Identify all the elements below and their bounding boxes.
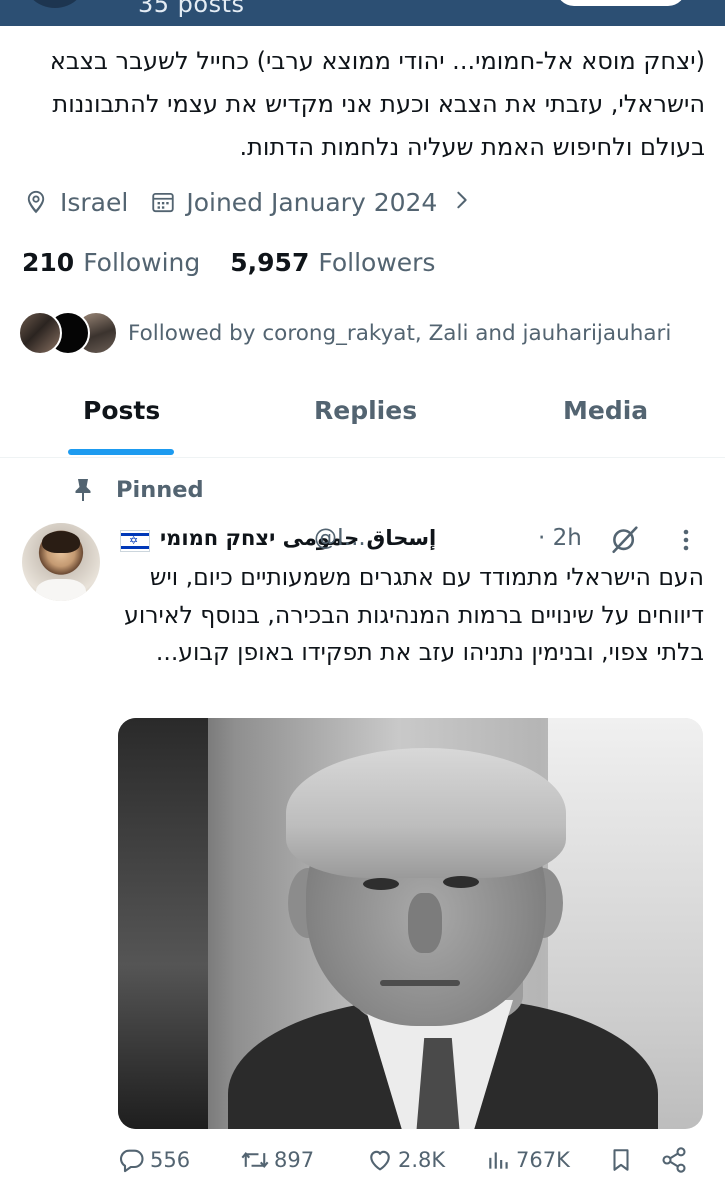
post-count: 35 posts <box>138 0 245 18</box>
reply-button[interactable]: 556 <box>118 1146 190 1174</box>
follow-counts: 210 Following 5,957 Followers <box>22 244 435 280</box>
header-avatar[interactable] <box>22 0 88 8</box>
profile-location: Israel <box>22 188 128 217</box>
tab-replies[interactable]: Replies <box>314 396 417 425</box>
share-button[interactable] <box>660 1146 688 1174</box>
follower-avatar <box>18 311 62 355</box>
tweet-author-name[interactable]: إسحاق حمومی יצחק חמומי <box>160 526 436 550</box>
tweet-author-avatar[interactable] <box>22 523 100 601</box>
heart-icon <box>370 1150 390 1171</box>
pin-icon <box>75 479 91 501</box>
calendar-icon <box>150 189 176 215</box>
followers-label: Followers <box>318 247 436 277</box>
tab-posts[interactable]: Posts <box>83 396 160 425</box>
following-link[interactable]: 210 Following <box>22 248 200 277</box>
profile-header-bar: 35 posts <box>0 0 725 26</box>
like-count: 2.8K <box>398 1148 446 1172</box>
repost-button[interactable]: 897 <box>240 1146 314 1174</box>
tweet-image[interactable] <box>118 718 703 1129</box>
followers-link[interactable]: 5,957 Followers <box>230 248 435 277</box>
location-pin-icon <box>22 188 50 216</box>
tab-media[interactable]: Media <box>563 396 648 425</box>
reply-count: 556 <box>150 1148 191 1172</box>
reply-icon <box>119 1149 144 1173</box>
follow-button[interactable] <box>556 0 686 6</box>
followed-by-text: Followed by corong_rakyat, Zali and jauh… <box>128 320 672 346</box>
views-button[interactable]: 767K <box>486 1146 570 1174</box>
active-tab-indicator <box>68 449 174 455</box>
profile-meta: Israel Joined January 2024 <box>22 184 473 220</box>
bookmark-icon <box>613 1149 629 1171</box>
tweet-timestamp[interactable]: · 2h <box>538 525 582 551</box>
repost-count: 897 <box>274 1148 315 1172</box>
profile-bio: (יצחק מוסא אל-חמומי... יהודי ממוצא ערבי)… <box>49 47 705 161</box>
more-dots-icon[interactable] <box>676 525 696 559</box>
tweet-header: ✡ إسحاق حمومی יצחק חמומי @I... · 2h <box>118 521 718 561</box>
repost-icon <box>241 1152 269 1168</box>
following-count: 210 <box>22 247 75 277</box>
tweet-author-handle[interactable]: @I... <box>314 525 366 551</box>
tweet-text: העם הישראלי מתמודד עם אתגרים משמעותיים כ… <box>124 563 704 666</box>
share-icon <box>662 1147 686 1173</box>
followers-count: 5,957 <box>230 247 310 277</box>
bookmark-button[interactable] <box>608 1146 634 1174</box>
followed-by[interactable]: Followed by corong_rakyat, Zali and jauh… <box>18 310 671 356</box>
pinned-label: Pinned <box>116 477 204 503</box>
like-button[interactable]: 2.8K <box>366 1146 445 1174</box>
location-text: Israel <box>60 187 129 217</box>
joined-text: Joined January 2024 <box>186 187 438 217</box>
profile-joined: Joined January 2024 <box>150 188 437 217</box>
tweet-actions: 556 897 2.8K 767K <box>118 1144 703 1182</box>
views-count: 767K <box>516 1148 570 1172</box>
views-icon <box>489 1152 508 1169</box>
pinned-indicator: Pinned <box>72 474 204 506</box>
grok-icon[interactable] <box>608 522 642 560</box>
profile-tabs: Posts Replies Media <box>0 378 725 458</box>
following-label: Following <box>83 247 201 277</box>
israel-flag-icon: ✡ <box>120 530 150 552</box>
chevron-right-icon[interactable] <box>451 188 473 217</box>
